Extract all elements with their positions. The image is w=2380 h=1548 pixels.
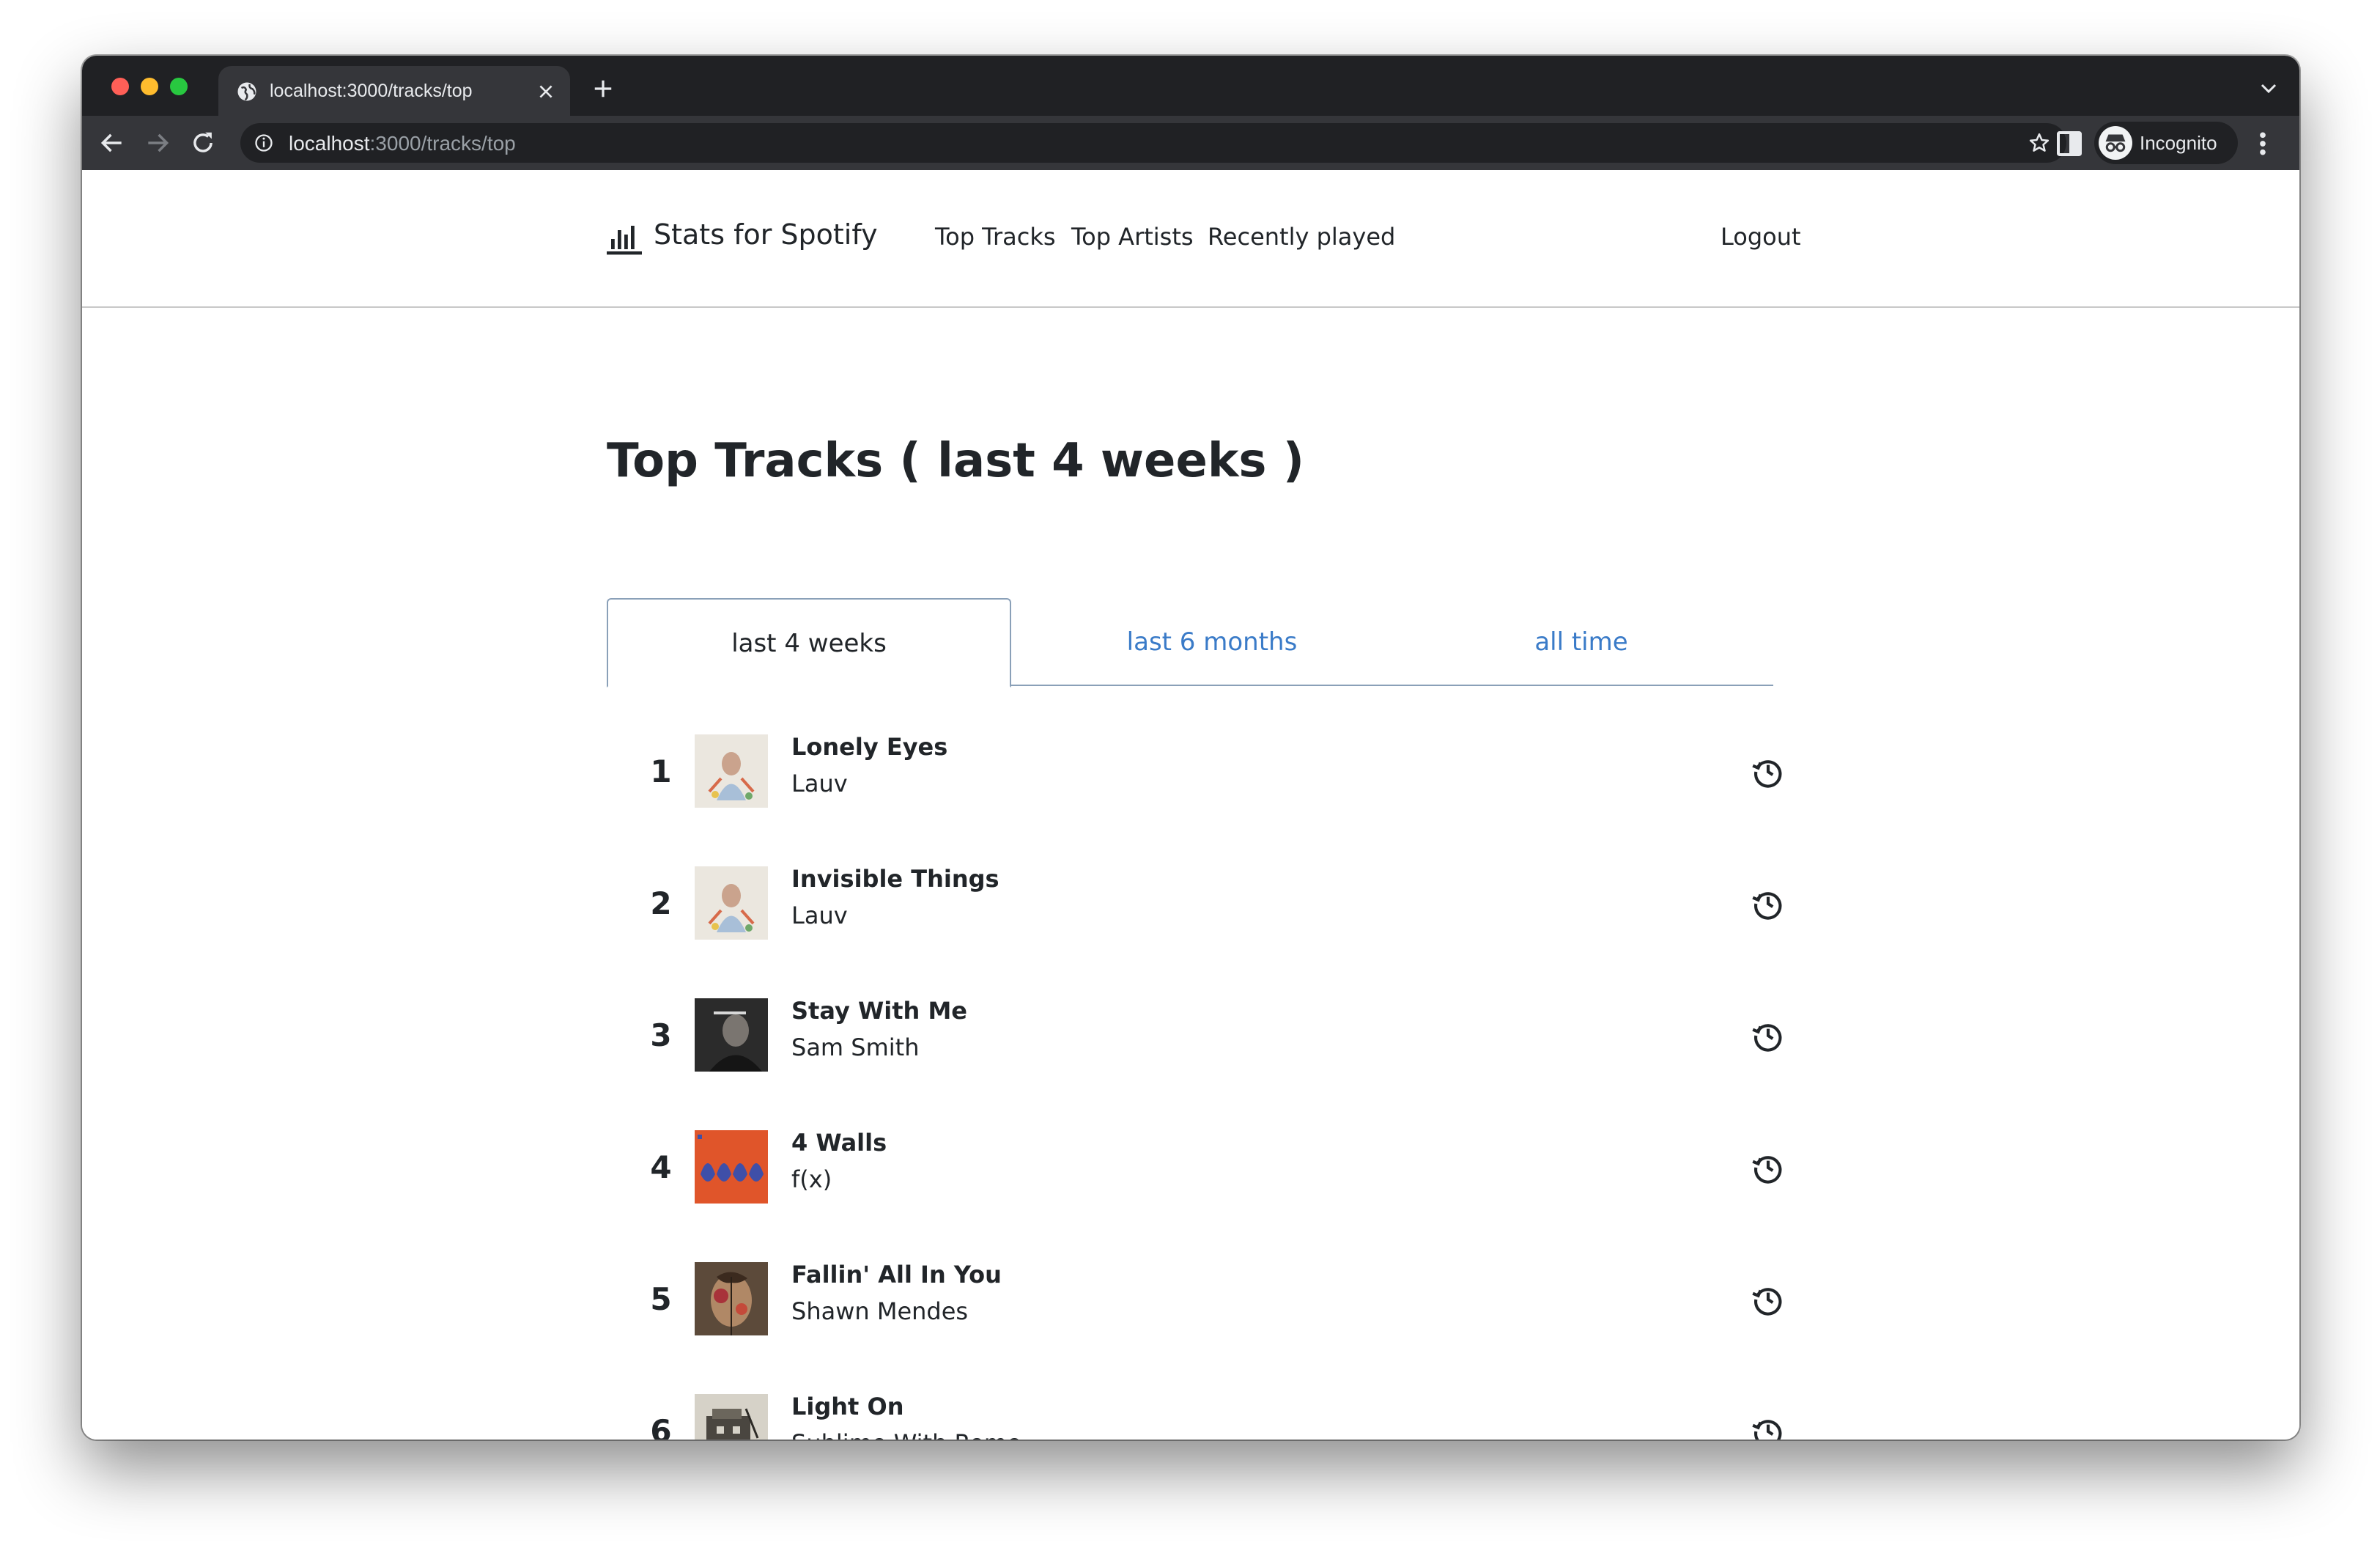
- bookmark-star-icon[interactable]: [2028, 132, 2050, 154]
- track-artist[interactable]: Lauv: [791, 770, 848, 797]
- history-icon[interactable]: [1750, 753, 1786, 790]
- album-cover: [695, 866, 768, 940]
- url-path: :3000/tracks/top: [369, 132, 516, 155]
- minimize-window-button[interactable]: [141, 78, 158, 95]
- period-tabs: last 4 weeks last 6 months all time: [607, 598, 1773, 688]
- track-artist[interactable]: Sam Smith: [791, 1033, 919, 1061]
- forward-arrow-icon[interactable]: [144, 129, 171, 157]
- tab-last-6-months[interactable]: last 6 months: [1011, 598, 1413, 686]
- browser-tab[interactable]: localhost:3000/tracks/top: [218, 66, 570, 116]
- nav-top-tracks[interactable]: Top Tracks: [935, 223, 1056, 251]
- history-icon[interactable]: [1750, 1413, 1786, 1440]
- album-cover: [695, 734, 768, 808]
- track-artist[interactable]: Shawn Mendes: [791, 1297, 968, 1325]
- album-cover: [695, 1262, 768, 1335]
- incognito-icon: [2099, 126, 2132, 160]
- track-list: 1 Lonely Eyes Lauv 2 Invisible Things La…: [607, 712, 1782, 1440]
- maximize-window-button[interactable]: [170, 78, 188, 95]
- album-cover: [695, 1130, 768, 1204]
- new-tab-icon[interactable]: [592, 78, 614, 100]
- track-artist[interactable]: f(x): [791, 1165, 832, 1193]
- profile-label: Incognito: [2140, 132, 2217, 154]
- track-title[interactable]: 4 Walls: [791, 1129, 887, 1157]
- side-panel-icon[interactable]: [2055, 129, 2084, 158]
- browser-window: localhost:3000/tracks/top localhost:3000…: [82, 56, 2299, 1440]
- track-artist[interactable]: Lauv: [791, 902, 848, 929]
- track-rank: 5: [650, 1281, 672, 1317]
- track-artist[interactable]: Sublime With Rome: [791, 1429, 1021, 1440]
- track-row[interactable]: 6 Light On Sublime With Rome: [607, 1372, 1782, 1440]
- address-bar[interactable]: localhost:3000/tracks/top: [240, 123, 2066, 163]
- browser-toolbar: localhost:3000/tracks/top Incognito: [82, 116, 2299, 170]
- more-menu-icon[interactable]: [2255, 129, 2270, 158]
- tab-last-4-weeks[interactable]: last 4 weeks: [607, 598, 1011, 688]
- brand-link[interactable]: Stats for Spotify: [654, 218, 878, 251]
- album-cover: [695, 1394, 768, 1440]
- bar-chart-icon: [607, 226, 642, 255]
- track-row[interactable]: 1 Lonely Eyes Lauv: [607, 712, 1782, 844]
- url-host: localhost: [289, 132, 370, 155]
- profile-button[interactable]: Incognito: [2094, 122, 2238, 164]
- history-icon[interactable]: [1750, 1149, 1786, 1186]
- track-rank: 4: [650, 1149, 672, 1185]
- track-row[interactable]: 3 Stay With Me Sam Smith: [607, 976, 1782, 1108]
- reload-icon[interactable]: [189, 129, 217, 157]
- track-rank: 1: [650, 753, 672, 789]
- page-content: Stats for Spotify Top Tracks Top Artists…: [82, 170, 2299, 1440]
- close-tab-icon[interactable]: [536, 82, 555, 101]
- page-title: Top Tracks ( last 4 weeks ): [607, 434, 1305, 488]
- back-arrow-icon[interactable]: [98, 129, 126, 157]
- info-icon[interactable]: [254, 133, 274, 153]
- track-title[interactable]: Lonely Eyes: [791, 733, 947, 761]
- logout-link[interactable]: Logout: [1721, 223, 1801, 251]
- history-icon[interactable]: [1750, 885, 1786, 922]
- url-text: localhost:3000/tracks/top: [289, 132, 516, 155]
- track-rank: 2: [650, 885, 672, 921]
- tab-all-time[interactable]: all time: [1413, 598, 1750, 686]
- track-title[interactable]: Light On: [791, 1393, 903, 1420]
- nav-recently-played[interactable]: Recently played: [1208, 223, 1395, 251]
- track-row[interactable]: 2 Invisible Things Lauv: [607, 844, 1782, 976]
- history-icon[interactable]: [1750, 1281, 1786, 1318]
- track-title[interactable]: Invisible Things: [791, 865, 999, 893]
- tab-title: localhost:3000/tracks/top: [270, 81, 473, 101]
- album-cover: [695, 998, 768, 1072]
- track-title[interactable]: Stay With Me: [791, 997, 967, 1025]
- track-row[interactable]: 4 4 Walls f(x): [607, 1108, 1782, 1240]
- history-icon[interactable]: [1750, 1017, 1786, 1054]
- track-rank: 3: [650, 1017, 672, 1053]
- chevron-down-icon[interactable]: [2260, 82, 2277, 95]
- site-navbar: Stats for Spotify Top Tracks Top Artists…: [82, 170, 2299, 308]
- close-window-button[interactable]: [111, 78, 129, 95]
- track-row[interactable]: 5 Fallin' All In You Shawn Mendes: [607, 1240, 1782, 1372]
- tab-strip: localhost:3000/tracks/top: [82, 56, 2299, 116]
- nav-top-artists[interactable]: Top Artists: [1071, 223, 1194, 251]
- track-title[interactable]: Fallin' All In You: [791, 1261, 1002, 1289]
- track-rank: 6: [650, 1413, 672, 1440]
- globe-icon: [237, 82, 256, 101]
